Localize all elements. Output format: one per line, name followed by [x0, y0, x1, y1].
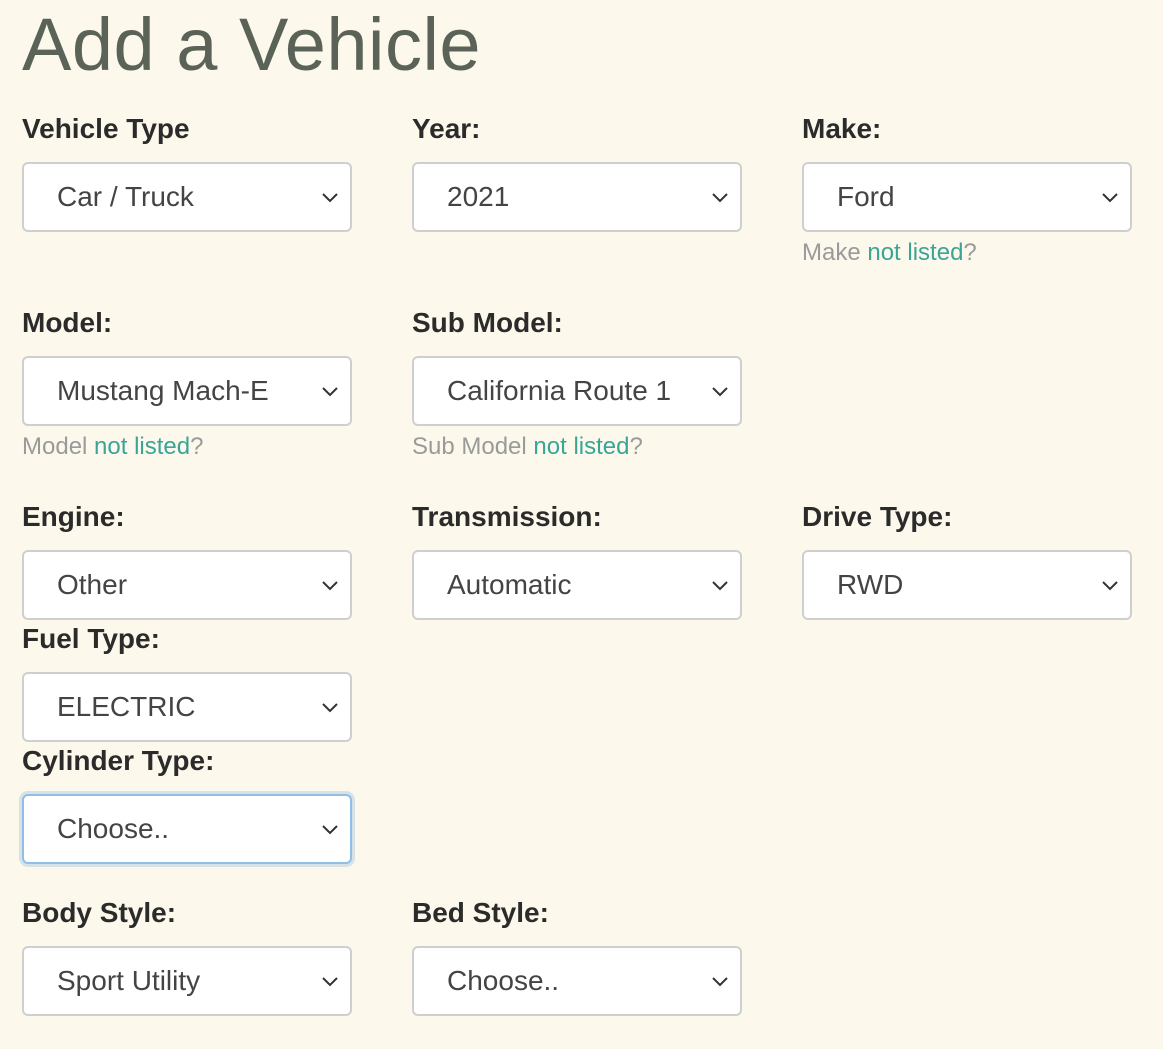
bed-style-select[interactable]: Choose..: [412, 946, 742, 1016]
body-style-select[interactable]: Sport Utility: [22, 946, 352, 1016]
sub-model-hint-suffix: ?: [629, 433, 643, 460]
chevron-down-icon: [322, 193, 338, 203]
chevron-down-icon: [712, 977, 728, 987]
sub-model-not-listed-hint: Sub Model not listed?: [412, 432, 742, 462]
bed-style-label: Bed Style:: [412, 897, 549, 928]
page-title: Add a Vehicle: [22, 3, 482, 86]
cylinder-type-label: Cylinder Type:: [22, 745, 215, 776]
make-label: Make:: [802, 113, 882, 144]
sub-model-field: Sub Model: California Route 1 Sub Model …: [412, 306, 742, 462]
model-field: Model: Mustang Mach-E Model not listed?: [22, 306, 352, 462]
model-not-listed-link[interactable]: not listed: [94, 433, 190, 460]
chevron-down-icon: [322, 825, 338, 835]
transmission-label: Transmission:: [412, 501, 602, 532]
fuel-type-select[interactable]: ELECTRIC: [22, 672, 352, 742]
vehicle-type-select[interactable]: Car / Truck: [22, 162, 352, 232]
drive-type-field: Drive Type: RWD: [802, 500, 1132, 620]
bed-style-value: Choose..: [447, 965, 560, 996]
chevron-down-icon: [322, 703, 338, 713]
fuel-type-value: ELECTRIC: [57, 691, 196, 722]
body-style-label: Body Style:: [22, 897, 177, 928]
chevron-down-icon: [1102, 581, 1118, 591]
make-value: Ford: [837, 181, 895, 212]
year-label: Year:: [412, 113, 481, 144]
chevron-down-icon: [322, 387, 338, 397]
year-field: Year: 2021: [412, 112, 742, 232]
chevron-down-icon: [322, 581, 338, 591]
chevron-down-icon: [712, 387, 728, 397]
vehicle-type-label: Vehicle Type: [22, 113, 190, 144]
cylinder-type-select[interactable]: Choose..: [22, 794, 352, 864]
model-not-listed-hint: Model not listed?: [22, 432, 352, 462]
transmission-field: Transmission: Automatic: [412, 500, 742, 620]
drive-type-label: Drive Type:: [802, 501, 953, 532]
vehicle-type-field: Vehicle Type Car / Truck: [22, 112, 352, 232]
cylinder-type-field: Cylinder Type: Choose..: [22, 744, 352, 864]
drive-type-value: RWD: [837, 569, 904, 600]
model-label: Model:: [22, 307, 113, 338]
chevron-down-icon: [1102, 193, 1118, 203]
make-field: Make: Ford Make not listed?: [802, 112, 1132, 268]
make-select[interactable]: Ford: [802, 162, 1132, 232]
sub-model-select[interactable]: California Route 1: [412, 356, 742, 426]
fuel-type-field: Fuel Type: ELECTRIC: [22, 622, 352, 742]
model-hint-suffix: ?: [190, 433, 204, 460]
engine-label: Engine:: [22, 501, 125, 532]
sub-model-hint-prefix: Sub Model: [412, 433, 534, 460]
body-style-field: Body Style: Sport Utility: [22, 896, 352, 1016]
engine-select[interactable]: Other: [22, 550, 352, 620]
cylinder-type-value: Choose..: [57, 813, 170, 844]
year-select[interactable]: 2021: [412, 162, 742, 232]
model-hint-prefix: Model: [22, 433, 95, 460]
sub-model-value: California Route 1: [447, 375, 672, 406]
make-not-listed-link[interactable]: not listed: [867, 239, 963, 266]
bed-style-field: Bed Style: Choose..: [412, 896, 742, 1016]
body-style-value: Sport Utility: [57, 965, 201, 996]
chevron-down-icon: [712, 193, 728, 203]
year-value: 2021: [447, 181, 510, 212]
chevron-down-icon: [712, 581, 728, 591]
model-select[interactable]: Mustang Mach-E: [22, 356, 352, 426]
sub-model-not-listed-link[interactable]: not listed: [533, 433, 629, 460]
drive-type-select[interactable]: RWD: [802, 550, 1132, 620]
engine-value: Other: [57, 569, 128, 600]
make-not-listed-hint: Make not listed?: [802, 238, 1132, 268]
chevron-down-icon: [322, 977, 338, 987]
make-hint-suffix: ?: [963, 239, 977, 266]
make-hint-prefix: Make: [802, 239, 868, 266]
sub-model-label: Sub Model:: [412, 307, 563, 338]
model-value: Mustang Mach-E: [57, 375, 269, 406]
engine-field: Engine: Other: [22, 500, 352, 620]
vehicle-type-value: Car / Truck: [57, 181, 194, 212]
transmission-select[interactable]: Automatic: [412, 550, 742, 620]
transmission-value: Automatic: [447, 569, 572, 600]
fuel-type-label: Fuel Type:: [22, 623, 160, 654]
